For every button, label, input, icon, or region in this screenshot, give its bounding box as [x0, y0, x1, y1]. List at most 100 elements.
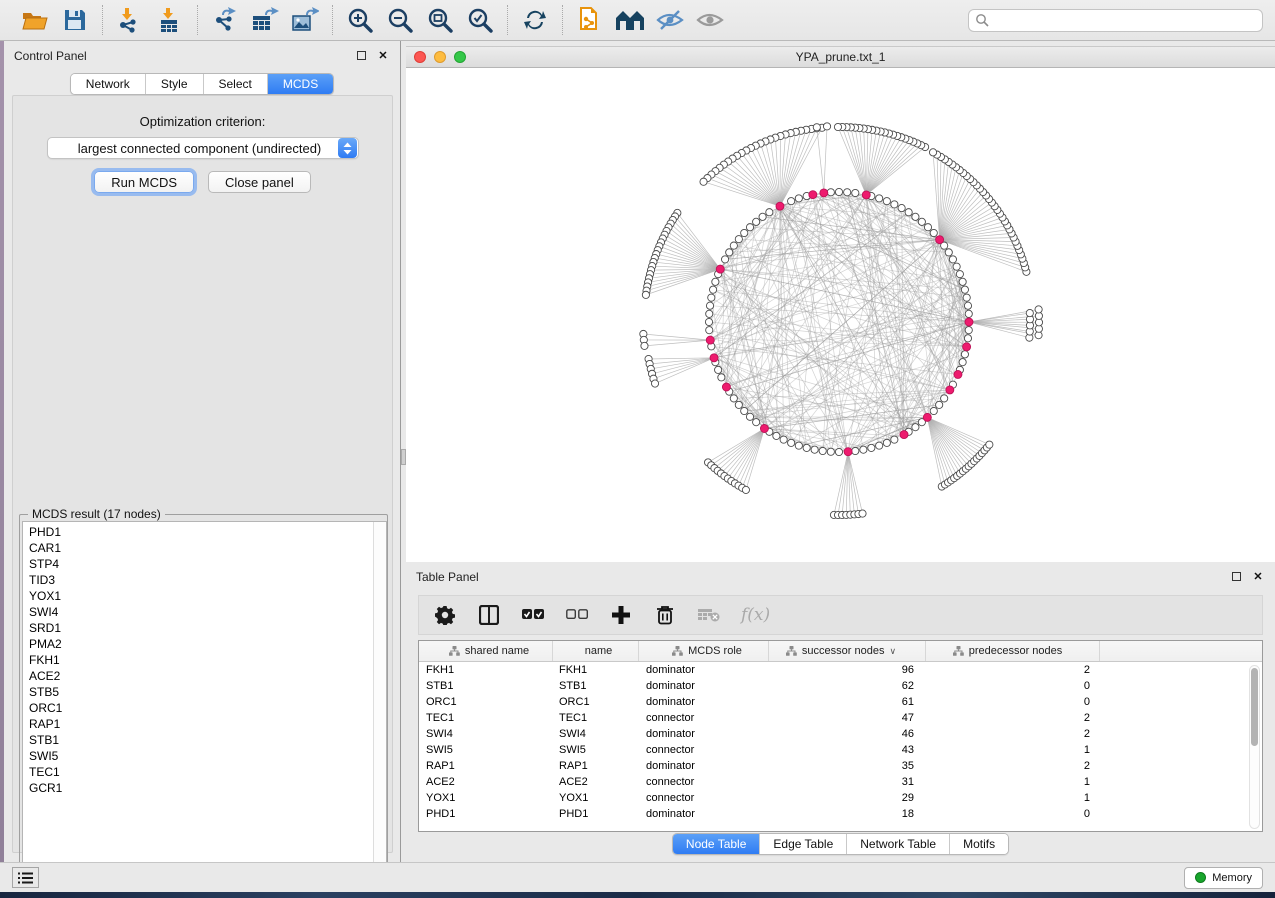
task-history-button[interactable]	[12, 867, 39, 888]
graph-node[interactable]	[741, 407, 748, 414]
import-network-icon[interactable]	[115, 5, 145, 35]
mcds-list-scrollbar[interactable]	[373, 522, 386, 882]
sort-chevron-icon[interactable]: ∨	[889, 646, 896, 657]
graph-node-mcds[interactable]	[946, 386, 954, 394]
table-row[interactable]: SWI5SWI5connector431	[419, 742, 1262, 758]
graph-node[interactable]	[959, 359, 966, 366]
graph-node[interactable]	[859, 510, 866, 517]
graph-node[interactable]	[1035, 306, 1042, 313]
export-table-icon[interactable]	[250, 5, 280, 35]
graph-node-mcds[interactable]	[844, 448, 852, 456]
graph-node[interactable]	[708, 294, 715, 301]
graph-node[interactable]	[834, 123, 841, 130]
graph-node[interactable]	[641, 342, 648, 349]
graph-node-mcds[interactable]	[965, 318, 973, 326]
graph-node[interactable]	[905, 209, 912, 216]
graph-node[interactable]	[753, 218, 760, 225]
graph-node[interactable]	[898, 204, 905, 211]
mcds-result-item[interactable]: PMA2	[29, 636, 386, 652]
graph-node[interactable]	[986, 441, 993, 448]
tab-motifs[interactable]: Motifs	[950, 834, 1008, 854]
graph-node[interactable]	[730, 395, 737, 402]
graph-node[interactable]	[709, 286, 716, 293]
column-header-MCDS-role[interactable]: MCDS role	[639, 641, 769, 661]
graph-node[interactable]	[965, 327, 972, 334]
graph-node[interactable]	[795, 442, 802, 449]
graph-node-mcds[interactable]	[923, 413, 931, 421]
graph-node[interactable]	[835, 188, 842, 195]
graph-node[interactable]	[918, 218, 925, 225]
search-input[interactable]	[989, 13, 1256, 27]
close-panel-icon[interactable]: ✕	[376, 49, 390, 63]
zoom-fit-icon[interactable]	[425, 5, 455, 35]
table-row[interactable]: PHD1PHD1dominator180	[419, 806, 1262, 822]
mcds-result-item[interactable]: STB5	[29, 684, 386, 700]
delete-icon[interactable]	[653, 603, 677, 627]
graph-node[interactable]	[706, 302, 713, 309]
mcds-result-item[interactable]: TID3	[29, 572, 386, 588]
mcds-result-list[interactable]: PHD1CAR1STP4TID3YOX1SWI4SRD1PMA2FKH1ACE2…	[22, 521, 387, 883]
mcds-result-item[interactable]: SRD1	[29, 620, 386, 636]
graph-node-mcds[interactable]	[722, 383, 730, 391]
graph-node-mcds[interactable]	[809, 191, 817, 199]
graph-node[interactable]	[780, 436, 787, 443]
mcds-result-item[interactable]: FKH1	[29, 652, 386, 668]
graph-node[interactable]	[827, 448, 834, 455]
graph-node[interactable]	[930, 229, 937, 236]
graph-node[interactable]	[706, 310, 713, 317]
show-all-icon[interactable]	[695, 5, 725, 35]
graph-node[interactable]	[883, 198, 890, 205]
select-all-icon[interactable]	[521, 603, 545, 627]
graph-node[interactable]	[746, 413, 753, 420]
close-panel-icon[interactable]: ✕	[1251, 570, 1265, 584]
mcds-result-item[interactable]: TEC1	[29, 764, 386, 780]
tab-select[interactable]: Select	[204, 74, 268, 94]
export-image-icon[interactable]	[290, 5, 320, 35]
graph-node[interactable]	[795, 195, 802, 202]
graph-node[interactable]	[715, 366, 722, 373]
graph-node-mcds[interactable]	[776, 202, 784, 210]
tab-node-table[interactable]: Node Table	[673, 834, 761, 854]
graph-node[interactable]	[735, 236, 742, 243]
graph-node[interactable]	[941, 395, 948, 402]
graph-node[interactable]	[852, 447, 859, 454]
graph-node[interactable]	[964, 335, 971, 342]
mcds-result-item[interactable]: PHD1	[29, 524, 386, 540]
table-scrollbar[interactable]	[1249, 665, 1260, 829]
table-row[interactable]: TEC1TEC1connector472	[419, 710, 1262, 726]
mcds-result-item[interactable]: ORC1	[29, 700, 386, 716]
column-header-name[interactable]: name	[553, 641, 639, 661]
graph-node[interactable]	[936, 401, 943, 408]
graph-node[interactable]	[963, 294, 970, 301]
graph-node[interactable]	[961, 286, 968, 293]
graph-node[interactable]	[945, 249, 952, 256]
graph-node-mcds[interactable]	[936, 236, 944, 244]
graph-node[interactable]	[930, 407, 937, 414]
graph-node[interactable]	[819, 447, 826, 454]
tab-network-table[interactable]: Network Table	[847, 834, 950, 854]
graph-node[interactable]	[746, 224, 753, 231]
new-network-from-selection-icon[interactable]	[575, 5, 605, 35]
table-row[interactable]: STB1STB1dominator620	[419, 678, 1262, 694]
tab-mcds[interactable]: MCDS	[268, 74, 333, 94]
columns-icon[interactable]	[477, 603, 501, 627]
graph-node[interactable]	[700, 178, 707, 185]
table-row[interactable]: SWI4SWI4dominator462	[419, 726, 1262, 742]
mcds-result-item[interactable]: GCR1	[29, 780, 386, 796]
mcds-result-item[interactable]: SWI4	[29, 604, 386, 620]
graph-node[interactable]	[759, 213, 766, 220]
graph-node[interactable]	[726, 249, 733, 256]
graph-node[interactable]	[642, 291, 649, 298]
network-view-canvas[interactable]	[406, 68, 1275, 562]
mcds-result-item[interactable]: STB1	[29, 732, 386, 748]
graph-node[interactable]	[823, 123, 830, 130]
mcds-result-item[interactable]: CAR1	[29, 540, 386, 556]
graph-node[interactable]	[788, 439, 795, 446]
graph-node[interactable]	[924, 224, 931, 231]
table-row[interactable]: FKH1FKH1dominator962	[419, 662, 1262, 678]
mcds-result-item[interactable]: ACE2	[29, 668, 386, 684]
table-row[interactable]: YOX1YOX1connector291	[419, 790, 1262, 806]
graph-node[interactable]	[811, 446, 818, 453]
table-row[interactable]: ACE2ACE2connector311	[419, 774, 1262, 790]
graph-node[interactable]	[956, 271, 963, 278]
